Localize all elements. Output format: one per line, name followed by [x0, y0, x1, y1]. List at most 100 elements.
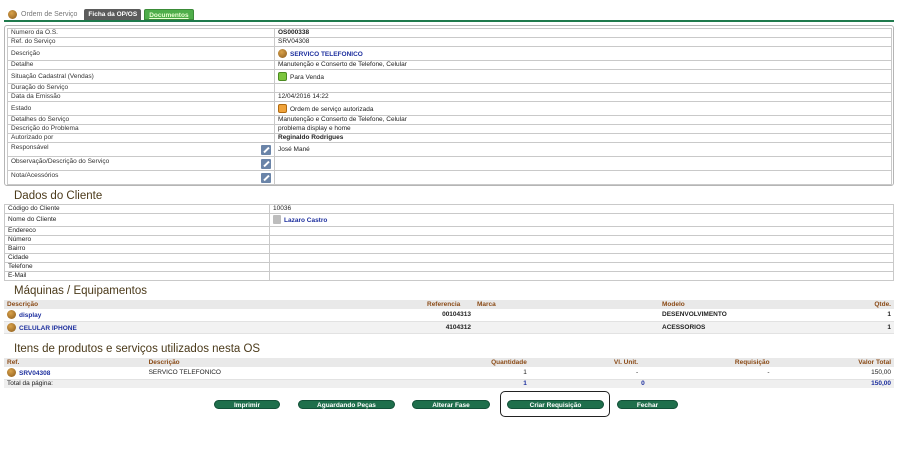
table-row[interactable]: display 00104313 DESENVOLVIMENTO 1 — [4, 309, 894, 322]
edit-nota-icon[interactable] — [261, 173, 271, 183]
os-number-value: OS000338 — [274, 28, 892, 38]
check-status-icon — [278, 71, 287, 81]
os-problema-value: problema display e home — [274, 124, 892, 134]
fechar-button[interactable]: Fechar — [617, 400, 678, 409]
status-authorized-icon — [278, 103, 287, 113]
machine-desc-cell: CELULAR IPHONE — [4, 321, 424, 334]
table-row[interactable]: SRV04308 SERVICO TELEFONICO 1 - - 150,00 — [4, 367, 894, 380]
imprimir-button[interactable]: Imprimir — [214, 400, 280, 409]
criar-requisicao-button[interactable]: Criar Requisição — [507, 400, 604, 409]
col-valor-total[interactable]: Valor Total — [772, 358, 894, 367]
items-header-row: Ref. Descrição Quantidade Vl. Unit. Requ… — [4, 358, 894, 367]
os-row-situacao: Situação Cadastral (Vendas) Para Venda — [7, 69, 892, 84]
col-modelo[interactable]: Modelo — [659, 300, 859, 309]
table-row[interactable]: CELULAR IPHONE 4104312 ACESSORIOS 1 — [4, 321, 894, 334]
total-empty — [529, 379, 642, 388]
aguardando-pecas-button[interactable]: Aguardando Peças — [298, 400, 395, 409]
machine-qtde: 1 — [859, 321, 894, 334]
machine-link[interactable]: display — [19, 312, 41, 319]
machines-header-row: Descrição Referencia Marca Modelo Qtde. — [4, 300, 894, 309]
col-ref[interactable]: Ref. — [4, 358, 146, 367]
col-quantidade[interactable]: Quantidade — [438, 358, 530, 367]
os-row-responsavel: Responsável José Mané — [7, 142, 892, 157]
os-row-duracao: Duração do Serviço — [7, 83, 892, 93]
item-quantidade: 1 — [438, 367, 530, 380]
os-estado-cell: Ordem de serviço autorizada — [274, 101, 892, 116]
os-autorizado-value: Reginaldo Rodrigues — [274, 133, 892, 143]
client-label: Telefone — [4, 262, 270, 272]
client-label: Código do Cliente — [4, 204, 270, 214]
col-vl-unit[interactable]: Vl. Unit. — [529, 358, 642, 367]
item-ref-cell: SRV04308 — [4, 367, 146, 380]
os-label: Descrição do Problema — [7, 124, 275, 134]
os-row-estado: Estado Ordem de serviço autorizada — [7, 101, 892, 116]
edit-observacao-icon[interactable] — [261, 159, 271, 169]
item-ref-link[interactable]: SRV04308 — [19, 370, 50, 377]
os-label: Detalhe — [7, 60, 275, 70]
client-row: Telefone — [4, 262, 894, 272]
os-details-table: Numero da O.S. OS000338 Ref. do Serviço … — [7, 28, 892, 185]
item-descricao: SERVICO TELEFONICO — [145, 367, 439, 380]
col-marca[interactable]: Marca — [474, 300, 659, 309]
tab-ficha[interactable]: Ficha da OP/OS — [84, 9, 142, 20]
machine-ref: 00104313 — [424, 309, 474, 322]
client-row: Bairro — [4, 244, 894, 254]
col-descricao[interactable]: Descrição — [4, 300, 424, 309]
os-row-data: Data da Emissão 12/04/2016 14:22 — [7, 92, 892, 102]
total-row: Total da página: 1 0 150,00 — [4, 379, 894, 388]
os-nota-value — [274, 170, 892, 185]
os-label-cell: Observação/Descrição do Serviço — [7, 156, 275, 171]
service-icon — [7, 368, 16, 378]
os-label: Duração do Serviço — [7, 83, 275, 93]
os-label: Situação Cadastral (Vendas) — [7, 69, 275, 84]
os-situacao-value: Para Venda — [290, 73, 324, 81]
os-duracao-value — [274, 83, 892, 93]
item-vl-unit: - — [529, 367, 642, 380]
edit-responsavel-icon[interactable] — [261, 145, 271, 155]
client-icon — [273, 215, 281, 224]
total-valor: 150,00 — [772, 379, 894, 388]
item-requisicao: - — [641, 367, 773, 380]
total-empty — [145, 379, 439, 388]
machine-marca — [474, 321, 659, 334]
tab-documentos[interactable]: Documentos — [144, 9, 194, 20]
col-requisicao[interactable]: Requisição — [641, 358, 773, 367]
alterar-fase-button[interactable]: Alterar Fase — [412, 400, 490, 409]
client-label: Cidade — [4, 253, 270, 263]
client-value — [269, 244, 894, 254]
os-row-numero: Numero da O.S. OS000338 — [7, 28, 892, 38]
client-name-cell: Lazaro Castro — [269, 213, 894, 227]
client-name-link[interactable]: Lazaro Castro — [284, 217, 327, 224]
equipment-icon — [7, 322, 16, 332]
client-value — [269, 271, 894, 281]
os-estado-value: Ordem de serviço autorizada — [290, 105, 374, 113]
os-row-nota: Nota/Acessórios — [7, 170, 892, 185]
os-responsavel-value: José Mané — [274, 142, 892, 157]
col-qtde[interactable]: Qtde. — [859, 300, 894, 309]
machine-desc-cell: display — [4, 309, 424, 322]
client-table: Código do Cliente 10036 Nome do Cliente … — [4, 204, 894, 281]
os-row-problema: Descrição do Problema problema display e… — [7, 124, 892, 134]
tab-ordem-servico[interactable]: Ordem de Serviço — [4, 8, 81, 20]
os-detalhe-value: Manutenção e Conserto de Telefone, Celul… — [274, 60, 892, 70]
client-value — [269, 226, 894, 236]
items-table: Ref. Descrição Quantidade Vl. Unit. Requ… — [4, 358, 894, 388]
equipment-icon — [7, 310, 16, 320]
os-label: Detalhes do Serviço — [7, 115, 275, 125]
os-row-ref: Ref. do Serviço SRV04308 — [7, 37, 892, 47]
machine-link[interactable]: CELULAR IPHONE — [19, 325, 77, 332]
col-referencia[interactable]: Referencia — [424, 300, 474, 309]
os-row-descricao: Descrição SERVICO TELEFONICO — [7, 46, 892, 61]
machine-ref: 4104312 — [424, 321, 474, 334]
os-row-observacao: Observação/Descrição do Serviço — [7, 156, 892, 171]
machines-table: Descrição Referencia Marca Modelo Qtde. … — [4, 300, 894, 334]
os-ref-value: SRV04308 — [274, 37, 892, 47]
machine-qtde: 1 — [859, 309, 894, 322]
os-label: Ref. do Serviço — [7, 37, 275, 47]
col-descricao[interactable]: Descrição — [145, 358, 439, 367]
service-link[interactable]: SERVICO TELEFONICO — [290, 51, 363, 58]
tab-ordem-servico-label: Ordem de Serviço — [21, 10, 78, 18]
client-row: Cidade — [4, 253, 894, 263]
os-details-panel: Numero da O.S. OS000338 Ref. do Serviço … — [4, 25, 894, 186]
machine-marca — [474, 309, 659, 322]
